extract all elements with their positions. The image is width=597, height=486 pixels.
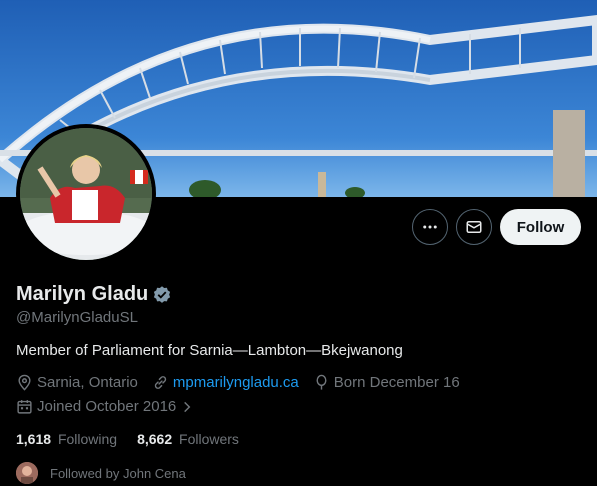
profile-handle: @MarilynGladuSL: [16, 309, 138, 326]
follow-button[interactable]: Follow: [500, 209, 581, 245]
followers-count: 8,662: [137, 431, 173, 447]
profile-meta-row-2: Joined October 2016: [16, 398, 208, 415]
joined-text: Joined October 2016: [37, 398, 177, 415]
following-link[interactable]: 1,618 Following: [16, 431, 117, 447]
followers-label: Followers: [179, 431, 239, 447]
profile-bio: Member of Parliament for Sarnia—Lambton—…: [16, 342, 403, 359]
website-link[interactable]: mpmarilyngladu.ca: [173, 374, 299, 391]
chevron-right-icon: [184, 401, 191, 412]
following-count: 1,618: [16, 431, 52, 447]
more-options-button[interactable]: [412, 209, 448, 245]
profile-name-row: Marilyn Gladu: [16, 283, 172, 306]
follow-counts: 1,618 Following 8,662 Followers: [16, 431, 259, 447]
profile-meta-row: Sarnia, Ontario mpmarilyngladu.ca Born D…: [16, 374, 474, 391]
message-button[interactable]: [456, 209, 492, 245]
profile-avatar[interactable]: [16, 124, 156, 264]
website-item: mpmarilyngladu.ca: [152, 374, 299, 391]
profile-name: Marilyn Gladu: [16, 283, 149, 305]
follower-avatar: [16, 462, 38, 484]
more-icon: [423, 225, 437, 229]
joined-item[interactable]: Joined October 2016: [16, 398, 194, 415]
birthday-text: Born December 16: [333, 374, 460, 391]
location-pin-icon: [18, 374, 31, 391]
location-text: Sarnia, Ontario: [37, 374, 138, 391]
following-label: Following: [57, 431, 118, 447]
location-item: Sarnia, Ontario: [16, 374, 138, 391]
link-icon: [154, 376, 166, 389]
birthday-item: Born December 16: [313, 374, 460, 391]
followed-by-text: Followed by John Cena: [50, 465, 186, 481]
mail-icon: [466, 221, 482, 233]
balloon-icon: [316, 374, 327, 390]
calendar-icon: [17, 400, 32, 414]
followers-link[interactable]: 8,662 Followers: [137, 431, 239, 447]
verified-badge-icon[interactable]: [152, 285, 172, 305]
followed-by-row[interactable]: Followed by John Cena: [16, 462, 186, 484]
